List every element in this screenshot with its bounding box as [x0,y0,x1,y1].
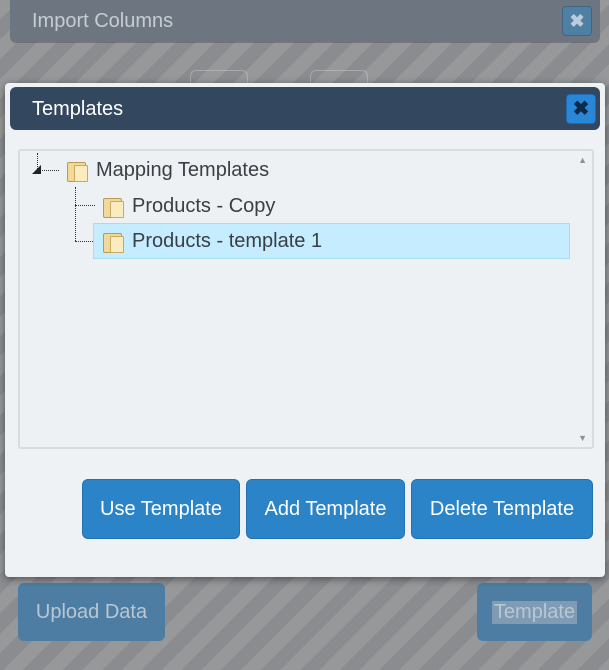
templates-dialog: Templates ✖ ▲ ▼ Mapping Templates Produc… [5,83,605,577]
close-icon: ✖ [572,98,590,120]
tree-connector [75,241,93,242]
upload-data-label: Upload Data [35,600,148,623]
tree-node-label: Mapping Templates [96,158,270,181]
templates-titlebar: Templates ✖ [10,87,600,130]
use-template-label: Use Template [100,497,222,520]
folder-icon [102,230,124,253]
add-template-button[interactable]: Add Template [246,479,405,539]
folder-icon [66,159,88,182]
import-columns-close-button: ✖ [562,6,592,36]
import-columns-titlebar: Import Columns ✖ [10,0,600,42]
template-button: Template [477,583,592,641]
tree-node-mapping-templates[interactable]: Mapping Templates [66,152,269,188]
templates-tree[interactable]: ▲ ▼ Mapping Templates Products - Copy Pr… [18,149,594,449]
tree-connector [75,187,76,241]
expander-triangle-icon[interactable] [32,165,41,174]
scroll-down-arrow-icon[interactable]: ▼ [578,433,587,443]
delete-template-button[interactable]: Delete Template [411,479,593,539]
close-icon: ✖ [569,11,585,31]
templates-title: Templates [32,98,124,120]
add-template-label: Add Template [264,497,387,520]
import-columns-title: Import Columns [32,10,174,32]
scroll-up-arrow-icon[interactable]: ▲ [578,155,587,165]
tree-node-label: Products - Copy [132,194,276,217]
tree-connector [75,205,95,206]
templates-close-button[interactable]: ✖ [566,94,596,124]
use-template-button[interactable]: Use Template [82,479,240,539]
delete-template-label: Delete Template [429,497,575,520]
template-label: Template [491,600,578,624]
upload-data-button: Upload Data [18,583,165,641]
tree-node-products-template-1[interactable]: Products - template 1 [93,223,570,259]
folder-icon [102,195,124,218]
tree-node-label: Products - template 1 [132,229,323,252]
tree-node-products-copy[interactable]: Products - Copy [102,188,275,224]
